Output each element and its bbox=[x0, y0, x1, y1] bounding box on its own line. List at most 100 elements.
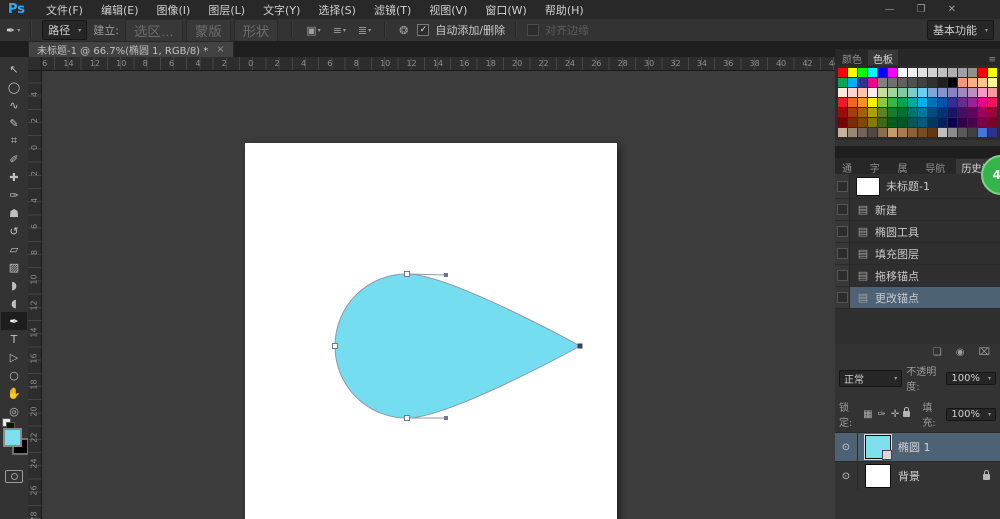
tool-clone-stamp[interactable]: ☗ bbox=[1, 204, 27, 222]
history-snapshot-row[interactable]: 未标题-1 bbox=[835, 174, 1000, 199]
layer-thumbnail[interactable] bbox=[864, 434, 892, 460]
color-swatch[interactable] bbox=[918, 68, 927, 77]
tool-type[interactable]: T bbox=[1, 330, 27, 348]
color-swatch[interactable] bbox=[938, 98, 947, 107]
color-swatch[interactable] bbox=[898, 118, 907, 127]
color-swatch[interactable] bbox=[968, 98, 977, 107]
color-swatch[interactable] bbox=[958, 78, 967, 87]
color-swatch[interactable] bbox=[868, 108, 877, 117]
color-swatch[interactable] bbox=[838, 98, 847, 107]
history-brush-source-well[interactable] bbox=[835, 265, 850, 286]
color-swatch[interactable] bbox=[848, 68, 857, 77]
color-swatch[interactable] bbox=[928, 108, 937, 117]
color-swatch[interactable] bbox=[978, 118, 987, 127]
history-brush-source-well[interactable] bbox=[835, 221, 850, 242]
color-swatch[interactable] bbox=[898, 108, 907, 117]
color-swatch[interactable] bbox=[878, 108, 887, 117]
foreground-color-swatch[interactable] bbox=[3, 428, 22, 447]
color-swatch[interactable] bbox=[888, 108, 897, 117]
tool-marquee[interactable]: ◯ bbox=[1, 78, 27, 96]
tool-quick-selection[interactable]: ✎ bbox=[1, 114, 27, 132]
tool-healing-brush[interactable]: ✚ bbox=[1, 168, 27, 186]
menu-item[interactable]: 编辑(E) bbox=[92, 2, 148, 18]
tool-pen[interactable]: ✒ bbox=[1, 312, 27, 330]
history-footer-icon-new-document-from-state[interactable]: ❏ bbox=[933, 347, 942, 358]
menu-item[interactable]: 窗口(W) bbox=[476, 2, 535, 18]
opacity-select[interactable]: 100% ▾ bbox=[946, 371, 996, 385]
tool-mode-select[interactable]: 路径 ▾ bbox=[42, 20, 88, 40]
teardrop-shape[interactable] bbox=[334, 273, 582, 419]
color-swatch[interactable] bbox=[958, 98, 967, 107]
color-swatch[interactable] bbox=[978, 68, 987, 77]
tool-eraser[interactable]: ▱ bbox=[1, 240, 27, 258]
color-swatch[interactable] bbox=[988, 78, 997, 87]
color-swatch[interactable] bbox=[938, 108, 947, 117]
color-swatch[interactable] bbox=[888, 88, 897, 97]
color-swatch[interactable] bbox=[988, 88, 997, 97]
color-swatch[interactable] bbox=[938, 68, 947, 77]
color-swatch[interactable] bbox=[958, 108, 967, 117]
color-swatch[interactable] bbox=[948, 98, 957, 107]
make-button[interactable]: 选区… bbox=[124, 18, 183, 42]
gear-icon[interactable]: ❂ bbox=[396, 24, 411, 37]
tool-hand[interactable]: ✋ bbox=[1, 384, 27, 402]
color-swatch[interactable] bbox=[988, 98, 997, 107]
color-swatch[interactable] bbox=[968, 118, 977, 127]
make-button[interactable]: 形状 bbox=[233, 18, 279, 42]
color-swatch[interactable] bbox=[848, 108, 857, 117]
tool-dodge[interactable]: ◖ bbox=[1, 294, 27, 312]
window-control-minimize[interactable]: — bbox=[885, 4, 895, 15]
color-swatch[interactable] bbox=[868, 88, 877, 97]
color-swatch[interactable] bbox=[978, 98, 987, 107]
history-brush-source-well[interactable] bbox=[835, 287, 850, 308]
color-swatch[interactable] bbox=[858, 118, 867, 127]
panel-tab-通道[interactable]: 通道 bbox=[837, 159, 864, 190]
menu-item[interactable]: 视图(V) bbox=[420, 2, 476, 18]
layer-thumbnail[interactable] bbox=[865, 464, 891, 488]
color-swatch[interactable] bbox=[918, 108, 927, 117]
color-swatch[interactable] bbox=[948, 128, 957, 137]
tool-crop[interactable]: ⌗ bbox=[1, 132, 27, 150]
color-swatch[interactable] bbox=[898, 78, 907, 87]
workspace-switcher[interactable]: 基本功能 ▾ bbox=[926, 20, 994, 40]
anchor-point-top[interactable] bbox=[404, 271, 410, 277]
document-canvas[interactable] bbox=[245, 143, 617, 519]
color-swatch[interactable] bbox=[948, 118, 957, 127]
visibility-eye-icon[interactable]: ⊙ bbox=[835, 462, 858, 490]
history-footer-icon-delete-state[interactable]: ⌧ bbox=[978, 347, 990, 358]
lock-icon-lock-transparent-pixels[interactable]: ▦ bbox=[863, 409, 872, 420]
menu-item[interactable]: 图像(I) bbox=[148, 2, 200, 18]
layer-row[interactable]: ⊙ 椭圆 1 bbox=[835, 432, 1000, 461]
color-swatch[interactable] bbox=[968, 128, 977, 137]
lock-all-icon[interactable] bbox=[903, 407, 911, 417]
history-brush-source-well[interactable] bbox=[835, 174, 850, 198]
color-swatch[interactable] bbox=[908, 108, 917, 117]
color-swatch[interactable] bbox=[838, 108, 847, 117]
make-button[interactable]: 蒙版 bbox=[185, 18, 231, 42]
color-swatch[interactable] bbox=[848, 78, 857, 87]
color-swatch[interactable] bbox=[898, 88, 907, 97]
color-swatch[interactable] bbox=[918, 88, 927, 97]
color-swatch[interactable] bbox=[938, 118, 947, 127]
color-swatch[interactable] bbox=[968, 68, 977, 77]
panel-tab-色板[interactable]: 色板 bbox=[868, 50, 898, 66]
anchor-point-bottom[interactable] bbox=[404, 415, 410, 421]
color-swatch[interactable] bbox=[888, 68, 897, 77]
color-swatch[interactable] bbox=[908, 88, 917, 97]
ruler-corner[interactable] bbox=[28, 57, 42, 71]
color-swatch[interactable] bbox=[918, 128, 927, 137]
color-swatch[interactable] bbox=[898, 98, 907, 107]
color-swatch[interactable] bbox=[838, 68, 847, 77]
color-swatch[interactable] bbox=[938, 128, 947, 137]
history-footer-icon-new-snapshot[interactable]: ◉ bbox=[956, 347, 965, 358]
window-control-close[interactable]: ✕ bbox=[948, 4, 956, 15]
color-swatch[interactable] bbox=[968, 78, 977, 87]
handle-end-point[interactable] bbox=[444, 273, 448, 277]
tool-gradient[interactable]: ▨ bbox=[1, 258, 27, 276]
close-tab-icon[interactable]: × bbox=[216, 44, 224, 55]
history-state-row[interactable]: ▤ 新建 bbox=[835, 199, 1000, 221]
window-control-restore[interactable]: ❐ bbox=[917, 4, 926, 15]
icon-path-operations[interactable]: ▣ ▾ bbox=[303, 24, 323, 37]
tool-shape[interactable]: ○ bbox=[1, 366, 27, 384]
color-swatch[interactable] bbox=[958, 88, 967, 97]
